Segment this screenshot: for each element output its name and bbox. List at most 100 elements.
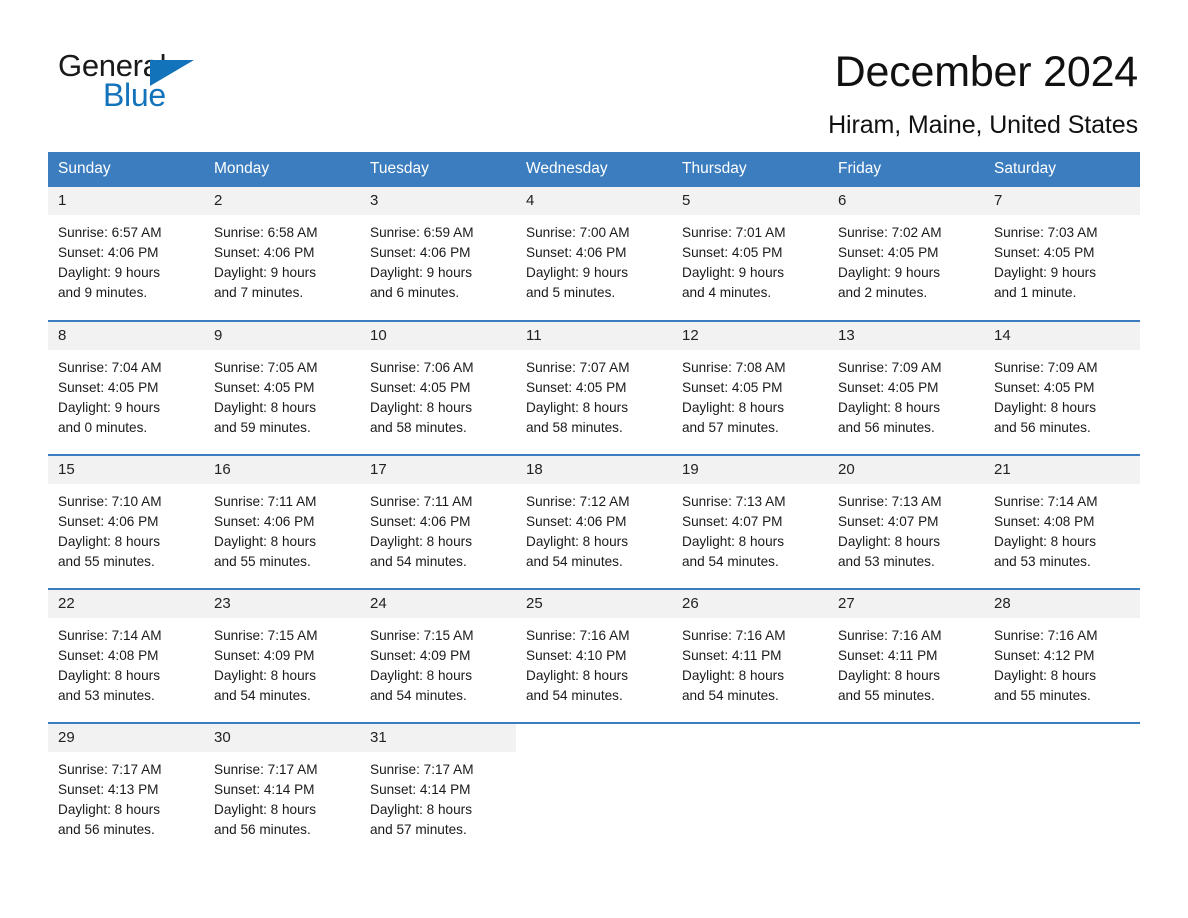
daylight-line2: and 4 minutes. bbox=[682, 285, 772, 300]
sunset-text: Sunset: 4:12 PM bbox=[994, 648, 1095, 663]
daylight-line1: Daylight: 8 hours bbox=[682, 534, 785, 549]
sunset-text: Sunset: 4:05 PM bbox=[682, 380, 783, 395]
day-cell[interactable]: 27 Sunrise: 7:16 AM Sunset: 4:11 PM Dayligh… bbox=[828, 588, 984, 723]
day-cell[interactable]: 31 Sunrise: 7:17 AM Sunset: 4:14 PM Dayligh… bbox=[360, 722, 516, 857]
day-number: 18 bbox=[516, 456, 672, 484]
day-cell[interactable]: 21 Sunrise: 7:14 AM Sunset: 4:08 PM Dayligh… bbox=[984, 454, 1140, 589]
daylight-line1: Daylight: 8 hours bbox=[838, 400, 941, 415]
day-cell[interactable]: 6 Sunrise: 7:02 AM Sunset: 4:05 PM Daylight… bbox=[828, 187, 984, 321]
weekday-header-friday: Friday bbox=[828, 152, 984, 187]
day-number: 24 bbox=[360, 590, 516, 618]
sunrise-text: Sunrise: 7:00 AM bbox=[526, 225, 630, 240]
day-cell[interactable]: 12 Sunrise: 7:08 AM Sunset: 4:05 PM Dayligh… bbox=[672, 320, 828, 455]
day-cell[interactable]: 5 Sunrise: 7:01 AM Sunset: 4:05 PM Daylight… bbox=[672, 187, 828, 321]
day-cell[interactable]: 26 Sunrise: 7:16 AM Sunset: 4:11 PM Dayligh… bbox=[672, 588, 828, 723]
day-cell[interactable]: 7 Sunrise: 7:03 AM Sunset: 4:05 PM Daylight… bbox=[984, 187, 1140, 321]
page-subtitle: Hiram, Maine, United States bbox=[828, 111, 1138, 140]
sunset-text: Sunset: 4:07 PM bbox=[838, 514, 939, 529]
day-number: 17 bbox=[360, 456, 516, 484]
daylight-line1: Daylight: 9 hours bbox=[370, 265, 473, 280]
day-cell[interactable]: 10 Sunrise: 7:06 AM Sunset: 4:05 PM Dayligh… bbox=[360, 320, 516, 455]
day-cell[interactable]: 16 Sunrise: 7:11 AM Sunset: 4:06 PM Dayligh… bbox=[204, 454, 360, 589]
weekday-header-sunday: Sunday bbox=[48, 152, 204, 187]
sunset-text: Sunset: 4:06 PM bbox=[370, 245, 471, 260]
day-cell[interactable]: 25 Sunrise: 7:16 AM Sunset: 4:10 PM Dayligh… bbox=[516, 588, 672, 723]
calendar-week-row: 29 Sunrise: 7:17 AM Sunset: 4:13 PM Dayligh… bbox=[48, 722, 1140, 857]
daylight-line1: Daylight: 9 hours bbox=[58, 265, 161, 280]
daylight-line2: and 5 minutes. bbox=[526, 285, 616, 300]
daylight-line1: Daylight: 8 hours bbox=[994, 668, 1097, 683]
day-cell[interactable]: 20 Sunrise: 7:13 AM Sunset: 4:07 PM Dayligh… bbox=[828, 454, 984, 589]
day-details: Sunrise: 7:11 AM Sunset: 4:06 PM Daylight:… bbox=[360, 484, 516, 572]
sunset-text: Sunset: 4:09 PM bbox=[214, 648, 315, 663]
daylight-line2: and 55 minutes. bbox=[214, 554, 311, 569]
daylight-line2: and 53 minutes. bbox=[58, 688, 155, 703]
day-cell[interactable]: 15 Sunrise: 7:10 AM Sunset: 4:06 PM Dayligh… bbox=[48, 454, 204, 589]
day-cell[interactable]: 14 Sunrise: 7:09 AM Sunset: 4:05 PM Dayligh… bbox=[984, 320, 1140, 455]
weekday-header-tuesday: Tuesday bbox=[360, 152, 516, 187]
day-cell[interactable]: 4 Sunrise: 7:00 AM Sunset: 4:06 PM Daylight… bbox=[516, 187, 672, 321]
daylight-line1: Daylight: 9 hours bbox=[838, 265, 941, 280]
day-cell[interactable]: 8 Sunrise: 7:04 AM Sunset: 4:05 PM Daylight… bbox=[48, 320, 204, 455]
daylight-line1: Daylight: 8 hours bbox=[838, 534, 941, 549]
weekday-header-wednesday: Wednesday bbox=[516, 152, 672, 187]
weekday-header-thursday: Thursday bbox=[672, 152, 828, 187]
day-cell[interactable]: 2 Sunrise: 6:58 AM Sunset: 4:06 PM Daylight… bbox=[204, 187, 360, 321]
day-details: Sunrise: 7:13 AM Sunset: 4:07 PM Daylight:… bbox=[672, 484, 828, 572]
sunset-text: Sunset: 4:06 PM bbox=[526, 245, 627, 260]
sunrise-text: Sunrise: 7:01 AM bbox=[682, 225, 786, 240]
day-number: 25 bbox=[516, 590, 672, 618]
daylight-line1: Daylight: 8 hours bbox=[214, 534, 317, 549]
sunrise-text: Sunrise: 6:59 AM bbox=[370, 225, 474, 240]
daylight-line2: and 54 minutes. bbox=[526, 688, 623, 703]
sunrise-text: Sunrise: 7:08 AM bbox=[682, 360, 786, 375]
day-number: 10 bbox=[360, 322, 516, 350]
daylight-line2: and 56 minutes. bbox=[214, 822, 311, 837]
day-cell[interactable]: 28 Sunrise: 7:16 AM Sunset: 4:12 PM Dayligh… bbox=[984, 588, 1140, 723]
day-details: Sunrise: 7:08 AM Sunset: 4:05 PM Daylight:… bbox=[672, 350, 828, 438]
daylight-line1: Daylight: 8 hours bbox=[682, 400, 785, 415]
day-details: Sunrise: 7:15 AM Sunset: 4:09 PM Daylight:… bbox=[204, 618, 360, 706]
day-cell[interactable]: 29 Sunrise: 7:17 AM Sunset: 4:13 PM Dayligh… bbox=[48, 722, 204, 857]
daylight-line2: and 54 minutes. bbox=[526, 554, 623, 569]
day-cell[interactable]: 22 Sunrise: 7:14 AM Sunset: 4:08 PM Dayligh… bbox=[48, 588, 204, 723]
day-details: Sunrise: 7:01 AM Sunset: 4:05 PM Daylight:… bbox=[672, 215, 828, 303]
day-details: Sunrise: 7:16 AM Sunset: 4:11 PM Daylight:… bbox=[672, 618, 828, 706]
sunset-text: Sunset: 4:05 PM bbox=[526, 380, 627, 395]
day-number: 15 bbox=[48, 456, 204, 484]
day-cell[interactable]: 1 Sunrise: 6:57 AM Sunset: 4:06 PM Daylight… bbox=[48, 187, 204, 321]
day-details: Sunrise: 7:03 AM Sunset: 4:05 PM Daylight:… bbox=[984, 215, 1140, 303]
daylight-line2: and 57 minutes. bbox=[682, 420, 779, 435]
day-details: Sunrise: 7:17 AM Sunset: 4:13 PM Daylight:… bbox=[48, 752, 204, 840]
day-details: Sunrise: 6:59 AM Sunset: 4:06 PM Daylight:… bbox=[360, 215, 516, 303]
day-details: Sunrise: 7:05 AM Sunset: 4:05 PM Daylight:… bbox=[204, 350, 360, 438]
weekday-header-monday: Monday bbox=[204, 152, 360, 187]
sunrise-text: Sunrise: 7:03 AM bbox=[994, 225, 1098, 240]
day-cell[interactable]: 13 Sunrise: 7:09 AM Sunset: 4:05 PM Dayligh… bbox=[828, 320, 984, 455]
daylight-line2: and 56 minutes. bbox=[58, 822, 155, 837]
day-number: 16 bbox=[204, 456, 360, 484]
sunset-text: Sunset: 4:11 PM bbox=[838, 648, 938, 663]
day-cell[interactable]: 18 Sunrise: 7:12 AM Sunset: 4:06 PM Dayligh… bbox=[516, 454, 672, 589]
day-cell[interactable]: 11 Sunrise: 7:07 AM Sunset: 4:05 PM Dayligh… bbox=[516, 320, 672, 455]
sunrise-text: Sunrise: 7:16 AM bbox=[994, 628, 1098, 643]
sunset-text: Sunset: 4:06 PM bbox=[214, 514, 315, 529]
sunrise-text: Sunrise: 7:14 AM bbox=[58, 628, 162, 643]
day-cell[interactable]: 23 Sunrise: 7:15 AM Sunset: 4:09 PM Dayligh… bbox=[204, 588, 360, 723]
day-cell[interactable]: 24 Sunrise: 7:15 AM Sunset: 4:09 PM Dayligh… bbox=[360, 588, 516, 723]
day-cell[interactable]: 9 Sunrise: 7:05 AM Sunset: 4:05 PM Daylight… bbox=[204, 320, 360, 455]
day-cell[interactable]: 19 Sunrise: 7:13 AM Sunset: 4:07 PM Dayligh… bbox=[672, 454, 828, 589]
day-details: Sunrise: 7:12 AM Sunset: 4:06 PM Daylight:… bbox=[516, 484, 672, 572]
day-cell[interactable]: 3 Sunrise: 6:59 AM Sunset: 4:06 PM Daylight… bbox=[360, 187, 516, 321]
day-number: 31 bbox=[360, 724, 516, 752]
day-cell[interactable]: 17 Sunrise: 7:11 AM Sunset: 4:06 PM Dayligh… bbox=[360, 454, 516, 589]
day-details: Sunrise: 7:09 AM Sunset: 4:05 PM Daylight:… bbox=[984, 350, 1140, 438]
day-details: Sunrise: 7:14 AM Sunset: 4:08 PM Daylight:… bbox=[48, 618, 204, 706]
calendar-body: 1 Sunrise: 6:57 AM Sunset: 4:06 PM Daylight… bbox=[48, 187, 1140, 857]
sunrise-text: Sunrise: 7:10 AM bbox=[58, 494, 162, 509]
sunset-text: Sunset: 4:08 PM bbox=[994, 514, 1095, 529]
logo-text-blue: Blue bbox=[103, 77, 166, 113]
day-cell[interactable]: 30 Sunrise: 7:17 AM Sunset: 4:14 PM Dayligh… bbox=[204, 722, 360, 857]
general-blue-logo[interactable]: General Blue bbox=[58, 48, 258, 120]
day-number: 14 bbox=[984, 322, 1140, 350]
